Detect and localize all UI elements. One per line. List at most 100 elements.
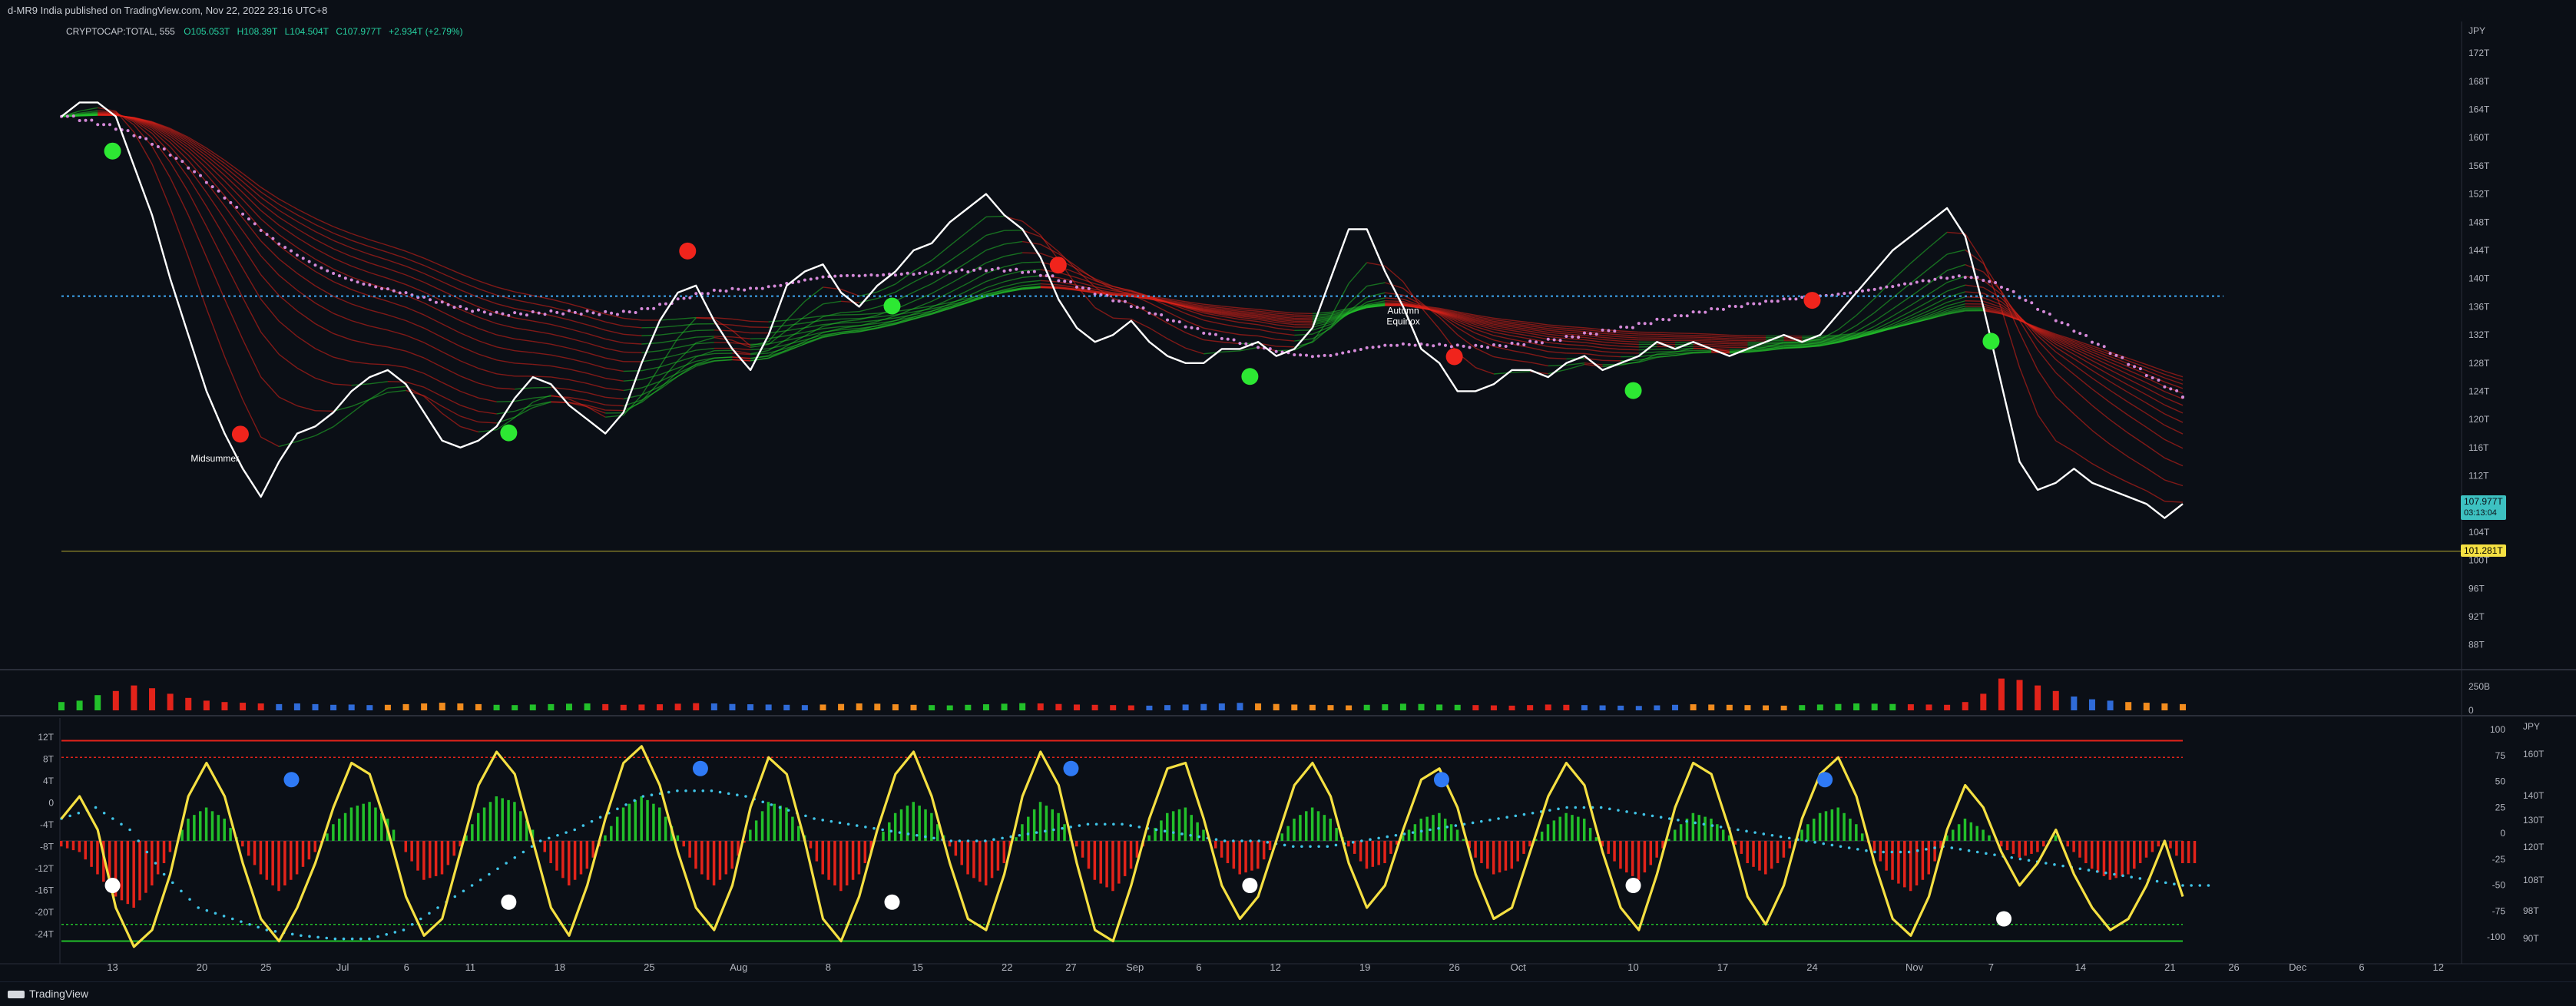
footer: TradingView: [0, 981, 2576, 1006]
buy-signal-dot: [884, 298, 901, 315]
ribbon-segment: [1603, 332, 1621, 333]
ma-dot: [1836, 293, 1839, 296]
ribbon-segment: [1240, 335, 1258, 336]
ribbon-segment: [369, 273, 388, 278]
signal-dot: [2207, 884, 2210, 887]
ma-dot: [761, 287, 764, 290]
ribbon-segment: [1113, 318, 1131, 319]
ma-dot: [1776, 299, 1780, 303]
chart-canvas[interactable]: MidsummerAutumnEquinox JPY172T168T164T16…: [0, 0, 2576, 981]
histogram-bar: [1764, 841, 1767, 875]
histogram-bar: [1286, 826, 1290, 841]
ribbon-segment: [333, 384, 352, 386]
ma-dot: [1704, 311, 1707, 314]
volume-bar: [1382, 704, 1388, 710]
histogram-bar: [308, 841, 311, 859]
ribbon-segment: [315, 427, 333, 436]
ribbon-segment: [624, 318, 642, 319]
signal-dot: [1455, 824, 1458, 827]
ribbon-segment: [1258, 325, 1276, 329]
ribbon-segment: [1276, 346, 1295, 347]
histogram-bar: [797, 826, 800, 841]
histogram-bar: [223, 819, 226, 841]
volume-bar: [548, 704, 554, 710]
ma-dot: [2061, 321, 2064, 324]
signal-dot: [291, 933, 294, 936]
ma-dot: [972, 269, 975, 272]
signal-dot: [1531, 812, 1535, 815]
oversold-marker: [1626, 878, 1641, 893]
signal-dot: [1061, 827, 1064, 830]
ma-dot: [72, 114, 75, 117]
signal-dot: [479, 879, 482, 882]
ribbon-segment: [588, 383, 606, 388]
ma-dot: [598, 313, 601, 316]
ribbon-segment: [478, 307, 497, 313]
histogram-bar: [1238, 841, 1241, 875]
ribbon-segment: [315, 324, 333, 334]
ribbon-segment: [2020, 333, 2038, 370]
ma-dot: [1553, 338, 1556, 341]
signal-dot: [103, 812, 106, 815]
signal-dot: [111, 817, 114, 820]
ma-dot: [1680, 314, 1683, 317]
ribbon-segment: [533, 364, 551, 366]
ribbon-segment: [1494, 357, 1512, 360]
histogram-bar: [1843, 813, 1846, 841]
ribbon-segment: [1095, 307, 1114, 318]
ma-dot: [501, 313, 504, 316]
volume-bar: [2035, 686, 2041, 710]
ma-dot: [217, 190, 220, 193]
histogram-bar: [1124, 841, 1127, 876]
ribbon-segment: [1584, 343, 1603, 345]
signal-dot: [1240, 839, 1243, 842]
ribbon-segment: [1711, 334, 1730, 335]
signal-dot: [1848, 846, 1851, 849]
histogram-bar: [906, 806, 909, 841]
volume-bar: [1273, 704, 1280, 710]
histogram-bar: [2103, 841, 2106, 876]
ribbon-segment: [1566, 330, 1584, 332]
signal-dot: [2190, 884, 2193, 887]
volume-bar: [113, 691, 119, 710]
ma-dot: [1933, 278, 1936, 281]
volume-bar: [512, 705, 518, 710]
ma-dot: [2163, 386, 2166, 389]
histogram-bar: [1879, 841, 1882, 862]
ma-dot: [1958, 274, 1961, 277]
ribbon-segment: [352, 266, 370, 273]
ma-dot: [211, 185, 214, 188]
sell-signal-dot: [1050, 256, 1067, 273]
ribbon-segment: [1621, 346, 1639, 347]
histogram-bar: [1372, 841, 1375, 867]
histogram-bar: [839, 841, 843, 891]
ribbon-segment: [478, 383, 497, 388]
ribbon-segment: [224, 262, 243, 297]
ribbon-segment: [424, 258, 442, 266]
ma-dot: [846, 274, 849, 277]
histogram-bar: [1819, 813, 1822, 841]
volume-bar: [711, 703, 717, 710]
histogram-bar: [821, 841, 824, 875]
ribbon-segment: [1584, 339, 1603, 342]
ribbon-segment: [533, 312, 551, 316]
histogram-bar: [1758, 841, 1761, 871]
histogram-bar: [260, 841, 263, 875]
signal-markers: MidsummerAutumnEquinox: [104, 143, 2000, 464]
ma-dot: [157, 145, 160, 148]
annotation-equinox: Equinox: [1386, 316, 1419, 327]
time-tick-label: 18: [555, 961, 565, 973]
histogram-bar: [229, 828, 232, 841]
ribbon-segment: [1530, 339, 1548, 343]
histogram-bar: [271, 841, 274, 885]
ribbon-segment: [261, 275, 280, 296]
tradingview-logo[interactable]: TradingView: [8, 982, 88, 1006]
price-tick-label: 104T: [2468, 527, 2490, 538]
volume-bar: [294, 703, 300, 710]
ribbon-segment: [497, 374, 515, 376]
volume-tick-label: 250B: [2468, 681, 2490, 692]
histogram-bar: [1257, 841, 1260, 869]
annotation-autumn: Autumn: [1387, 306, 1419, 316]
volume-bar: [1128, 706, 1134, 710]
ma-dot: [102, 123, 105, 126]
